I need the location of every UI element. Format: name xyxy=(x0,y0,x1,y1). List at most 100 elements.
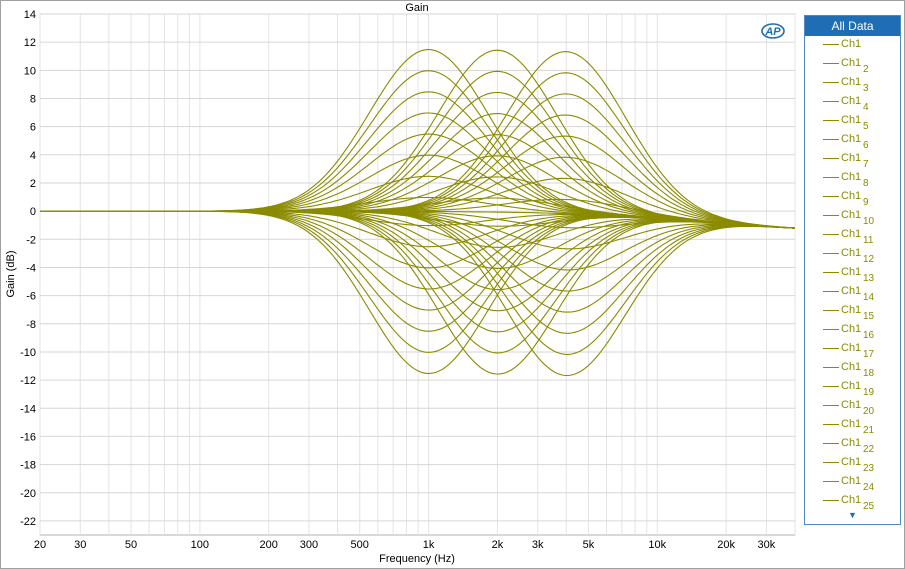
x-tick-label: 200 xyxy=(260,539,278,551)
x-tick-label: 20 xyxy=(34,539,46,551)
ap-logo-icon: AP xyxy=(761,23,785,39)
legend-swatch xyxy=(823,443,839,444)
legend-swatch xyxy=(823,120,839,121)
legend-item[interactable]: Ch1 11 xyxy=(805,226,900,246)
legend-item[interactable]: Ch1 2 xyxy=(805,55,900,75)
legend-item[interactable]: Ch1 14 xyxy=(805,283,900,303)
legend-item[interactable]: Ch1 18 xyxy=(805,359,900,379)
y-tick-label: 6 xyxy=(30,122,36,134)
legend-item[interactable]: Ch1 23 xyxy=(805,454,900,474)
y-tick-label: -8 xyxy=(26,319,36,331)
legend-item[interactable]: Ch1 12 xyxy=(805,245,900,265)
legend-item[interactable]: Ch1 21 xyxy=(805,416,900,436)
legend-item-label: Ch1 xyxy=(841,209,862,221)
legend-item-label: Ch1 xyxy=(841,475,862,487)
x-tick-label: 500 xyxy=(351,539,369,551)
legend-swatch xyxy=(823,82,839,83)
legend-swatch xyxy=(823,101,839,102)
legend-item-label: Ch1 xyxy=(841,114,862,126)
x-tick-label: 1k xyxy=(423,539,435,551)
y-tick-label: -10 xyxy=(20,347,36,359)
legend-item[interactable]: Ch1 6 xyxy=(805,131,900,151)
legend-item[interactable]: Ch1 13 xyxy=(805,264,900,284)
y-tick-label: 14 xyxy=(24,9,36,21)
y-tick-label: -14 xyxy=(20,403,36,415)
y-tick-label: -6 xyxy=(26,291,36,303)
gain-chart: Gain 20 30 50 100 200 300 500 1k 2k 3k 5k 10k 20k 30k… xyxy=(5,2,796,565)
y-tick-label: -16 xyxy=(20,431,36,443)
legend-item[interactable]: Ch1 4 xyxy=(805,93,900,113)
legend-swatch xyxy=(823,291,839,292)
legend-item[interactable]: Ch1 19 xyxy=(805,378,900,398)
legend-item[interactable]: Ch1 22 xyxy=(805,435,900,455)
legend-item-label: Ch1 xyxy=(841,76,862,88)
legend-item[interactable]: Ch1 5 xyxy=(805,112,900,132)
legend-item[interactable]: Ch1 7 xyxy=(805,150,900,170)
plot-area[interactable] xyxy=(39,13,796,536)
legend-swatch xyxy=(823,63,839,64)
legend-swatch xyxy=(823,158,839,159)
legend-swatch xyxy=(823,405,839,406)
legend-swatch xyxy=(823,272,839,273)
legend-item[interactable]: Ch1 10 xyxy=(805,207,900,227)
x-tick-label: 3k xyxy=(532,539,544,551)
legend-swatch xyxy=(823,234,839,235)
legend-swatch xyxy=(823,215,839,216)
legend-item[interactable]: Ch1 3 xyxy=(805,74,900,94)
x-tick-label: 5k xyxy=(583,539,595,551)
triangle-down-icon[interactable]: ▼ xyxy=(805,510,900,520)
x-tick-label: 2k xyxy=(492,539,504,551)
y-tick-label: 4 xyxy=(30,150,36,162)
legend-swatch xyxy=(823,424,839,425)
legend-item[interactable]: Ch1 20 xyxy=(805,397,900,417)
legend-header-all-data[interactable]: All Data xyxy=(805,16,900,36)
legend-item-label: Ch1 xyxy=(841,57,862,69)
x-axis-title: Frequency (Hz) xyxy=(379,553,455,565)
legend-item-label: Ch1 xyxy=(841,95,862,107)
legend-item-label: Ch1 xyxy=(841,266,862,278)
y-tick-label: 2 xyxy=(30,178,36,190)
legend-item-label: Ch1 xyxy=(841,342,862,354)
legend-swatch xyxy=(823,310,839,311)
legend-item-label: Ch1 xyxy=(841,494,862,506)
legend-item[interactable]: Ch1 24 xyxy=(805,473,900,493)
y-tick-label: -4 xyxy=(26,262,36,274)
legend-item[interactable]: Ch1 25 xyxy=(805,492,900,512)
ap-logo-text: AP xyxy=(764,26,781,38)
x-tick-label: 300 xyxy=(300,539,318,551)
legend-swatch xyxy=(823,44,839,45)
legend-swatch xyxy=(823,462,839,463)
x-tick-label: 50 xyxy=(125,539,137,551)
legend-swatch xyxy=(823,481,839,482)
legend-item-label: Ch1 xyxy=(841,323,862,335)
legend-swatch xyxy=(823,329,839,330)
legend-item-label: Ch1 xyxy=(841,190,862,202)
y-tick-label: 8 xyxy=(30,93,36,105)
y-tick-label: -20 xyxy=(20,488,36,500)
x-axis-ticks: 20 30 50 100 200 300 500 1k 2k 3k 5k 10k 20k 30k xyxy=(34,539,776,551)
y-axis-ticks: 14 12 10 8 6 4 2 0 -2 -4 -6 -8 -10 -12 -14 -16 -18 -20 -22 xyxy=(20,9,36,528)
y-tick-label: 12 xyxy=(24,37,36,49)
legend-swatch xyxy=(823,500,839,501)
legend-item-label: Ch1 xyxy=(841,437,862,449)
legend-item[interactable]: Ch1 9 xyxy=(805,188,900,208)
legend-swatch xyxy=(823,139,839,140)
legend-swatch xyxy=(823,348,839,349)
legend-item[interactable]: Ch1 16 xyxy=(805,321,900,341)
legend-item[interactable]: Ch1 17 xyxy=(805,340,900,360)
legend-swatch xyxy=(823,367,839,368)
x-tick-label: 10k xyxy=(648,539,666,551)
legend-item[interactable]: Ch1 xyxy=(805,36,900,55)
legend-panel[interactable]: All Data Ch1 Ch1 2 Ch1 3 Ch1 4 Ch1 5 Ch1 6 Ch1 7 Ch1 8… xyxy=(804,15,901,525)
legend-item-label: Ch1 xyxy=(841,247,862,259)
y-tick-label: -2 xyxy=(26,234,36,246)
y-tick-label: -22 xyxy=(20,516,36,528)
legend-item-label: Ch1 xyxy=(841,361,862,373)
legend-item-label: Ch1 xyxy=(841,38,862,50)
legend-item-label: Ch1 xyxy=(841,285,862,297)
legend-item[interactable]: Ch1 15 xyxy=(805,302,900,322)
legend-swatch xyxy=(823,386,839,387)
legend-item-label: Ch1 xyxy=(841,228,862,240)
legend-item[interactable]: Ch1 8 xyxy=(805,169,900,189)
legend-item-label: Ch1 xyxy=(841,399,862,411)
